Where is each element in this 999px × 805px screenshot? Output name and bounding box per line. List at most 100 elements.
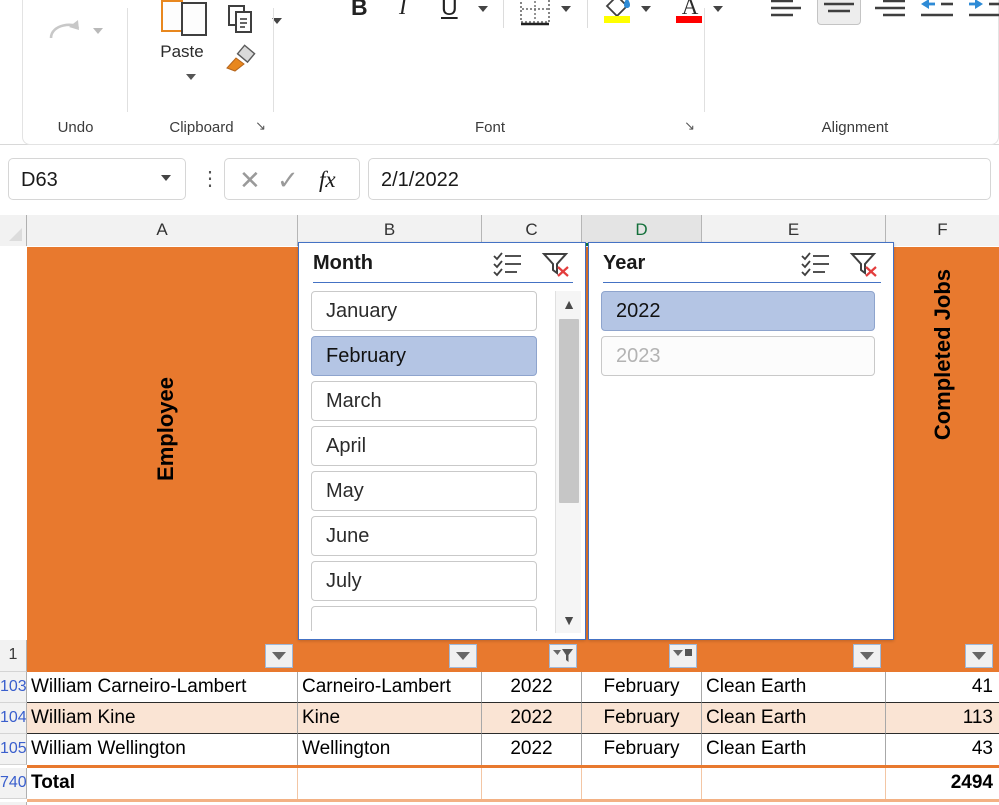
cell-employee[interactable]: William Wellington	[27, 734, 298, 765]
multi-select-icon[interactable]	[801, 251, 831, 282]
cell-company[interactable]: Clean Earth	[702, 734, 886, 765]
align-center-icon[interactable]	[817, 0, 861, 25]
slicer-year-items: 2022 2023	[601, 291, 875, 381]
slicer-year[interactable]: Year 2022 2023	[588, 242, 894, 640]
bold-button[interactable]: B	[351, 0, 368, 21]
filter-button-e[interactable]	[853, 644, 881, 668]
scroll-up-arrow-icon[interactable]: ▲	[556, 291, 582, 317]
completed-jobs-header-label: Completed Jobs	[930, 269, 955, 441]
redo-icon[interactable]	[45, 14, 83, 44]
name-box[interactable]: D63	[8, 158, 186, 200]
cell-total-d[interactable]	[582, 768, 702, 799]
cell-total-label[interactable]: Total	[27, 768, 298, 799]
cell-total-completed-jobs[interactable]: 2494	[886, 768, 999, 799]
cell-lastname[interactable]: Wellington	[298, 734, 482, 765]
filter-button-completed-jobs[interactable]	[965, 644, 993, 668]
clear-filter-icon[interactable]	[849, 251, 879, 282]
column-header-f[interactable]: F	[886, 215, 999, 246]
filter-button-b[interactable]	[449, 644, 477, 668]
filter-button-row	[27, 640, 999, 672]
font-color-dropdown-caret[interactable]	[713, 6, 723, 12]
cell-month[interactable]: February	[582, 734, 702, 765]
copy-icon[interactable]	[226, 4, 258, 41]
slicer-item-2022[interactable]: 2022	[601, 291, 875, 331]
scrollbar-thumb[interactable]	[559, 319, 579, 503]
row-header-1[interactable]: 1	[0, 640, 27, 672]
row-header-740[interactable]: 740	[0, 768, 27, 799]
fill-color-dropdown-caret[interactable]	[641, 6, 651, 12]
row-header-105[interactable]: 105	[0, 734, 27, 765]
underline-button[interactable]: U	[441, 0, 458, 21]
confirm-entry-icon[interactable]: ✓	[277, 165, 299, 196]
font-color-icon[interactable]: A	[673, 0, 707, 29]
cell-year[interactable]: 2022	[482, 672, 582, 703]
align-right-icon[interactable]	[873, 0, 907, 25]
cell-company[interactable]: Clean Earth	[702, 672, 886, 703]
decrease-indent-icon[interactable]	[919, 0, 955, 25]
slicer-item-january[interactable]: January	[311, 291, 537, 331]
name-box-caret[interactable]	[161, 175, 171, 181]
cell-completed-jobs[interactable]: 43	[886, 734, 999, 765]
cell-total-e[interactable]	[702, 768, 886, 799]
borders-icon[interactable]	[519, 0, 551, 31]
slicer-item-partial[interactable]	[311, 606, 537, 631]
cell-year[interactable]: 2022	[482, 734, 582, 765]
table-row[interactable]: William Carneiro-Lambert Carneiro-Lamber…	[27, 672, 999, 703]
slicer-month[interactable]: Month January February March April May J…	[298, 242, 586, 640]
slicer-item-2023[interactable]: 2023	[601, 336, 875, 376]
table-row[interactable]: William Kine Kine 2022 February Clean Ea…	[27, 703, 999, 734]
filter-button-employee[interactable]	[265, 644, 293, 668]
row-header-103[interactable]: 103	[0, 672, 27, 703]
increase-indent-icon[interactable]	[967, 0, 999, 25]
underline-dropdown-caret[interactable]	[478, 6, 488, 12]
scroll-down-arrow-icon[interactable]: ▼	[556, 607, 582, 633]
formula-bar: D63 ⋮ ✕ ✓ fx 2/1/2022	[0, 146, 999, 214]
cell-lastname[interactable]: Carneiro-Lambert	[298, 672, 482, 703]
paste-dropdown-caret[interactable]	[186, 74, 196, 80]
formula-input[interactable]: 2/1/2022	[368, 158, 991, 200]
redo-dropdown-caret[interactable]	[93, 28, 103, 34]
slicer-month-title: Month	[313, 252, 373, 274]
align-left-icon[interactable]	[769, 0, 803, 25]
slicer-item-july[interactable]: July	[311, 561, 537, 601]
paste-icon[interactable]	[161, 0, 207, 42]
cell-completed-jobs[interactable]: 113	[886, 703, 999, 734]
cell-company[interactable]: Clean Earth	[702, 703, 886, 734]
filter-button-d-active[interactable]	[669, 644, 697, 668]
cell-completed-jobs[interactable]: 41	[886, 672, 999, 703]
formula-bar-more-options[interactable]: ⋮	[200, 166, 220, 191]
ribbon-group-clipboard-label: Clipboard	[169, 119, 234, 136]
cell-month[interactable]: February	[582, 703, 702, 734]
font-dialog-launcher[interactable]: ↘	[684, 118, 695, 134]
cell-employee[interactable]: William Carneiro-Lambert	[27, 672, 298, 703]
column-header-a[interactable]: A	[27, 215, 298, 246]
row-header-104[interactable]: 104	[0, 703, 27, 734]
cell-employee[interactable]: William Kine	[27, 703, 298, 734]
cell-total-c[interactable]	[482, 768, 582, 799]
cancel-entry-icon[interactable]: ✕	[239, 165, 261, 196]
paste-button-label[interactable]: Paste	[137, 42, 227, 62]
slicer-item-may[interactable]: May	[311, 471, 537, 511]
cell-month[interactable]: February	[582, 672, 702, 703]
slicer-month-scrollbar[interactable]: ▲ ▼	[555, 291, 581, 633]
cell-total-b[interactable]	[298, 768, 482, 799]
table-row[interactable]: William Wellington Wellington 2022 Febru…	[27, 734, 999, 765]
slicer-item-february[interactable]: February	[311, 336, 537, 376]
filter-button-c-active[interactable]	[549, 644, 577, 668]
slicer-item-march[interactable]: March	[311, 381, 537, 421]
borders-dropdown-caret[interactable]	[561, 6, 571, 12]
slicer-item-june[interactable]: June	[311, 516, 537, 556]
multi-select-icon[interactable]	[493, 251, 523, 282]
clear-filter-icon[interactable]	[541, 251, 571, 282]
clipboard-dialog-launcher[interactable]: ↘	[255, 118, 266, 134]
total-row[interactable]: Total 2494	[27, 768, 999, 799]
ribbon-group-undo-label: Undo	[57, 119, 94, 136]
slicer-item-april[interactable]: April	[311, 426, 537, 466]
fill-color-icon[interactable]	[601, 0, 635, 29]
insert-function-icon[interactable]: fx	[319, 167, 336, 193]
format-painter-icon[interactable]	[224, 42, 258, 77]
select-all-button[interactable]	[0, 215, 27, 246]
cell-year[interactable]: 2022	[482, 703, 582, 734]
cell-lastname[interactable]: Kine	[298, 703, 482, 734]
italic-button[interactable]: I	[399, 0, 407, 20]
